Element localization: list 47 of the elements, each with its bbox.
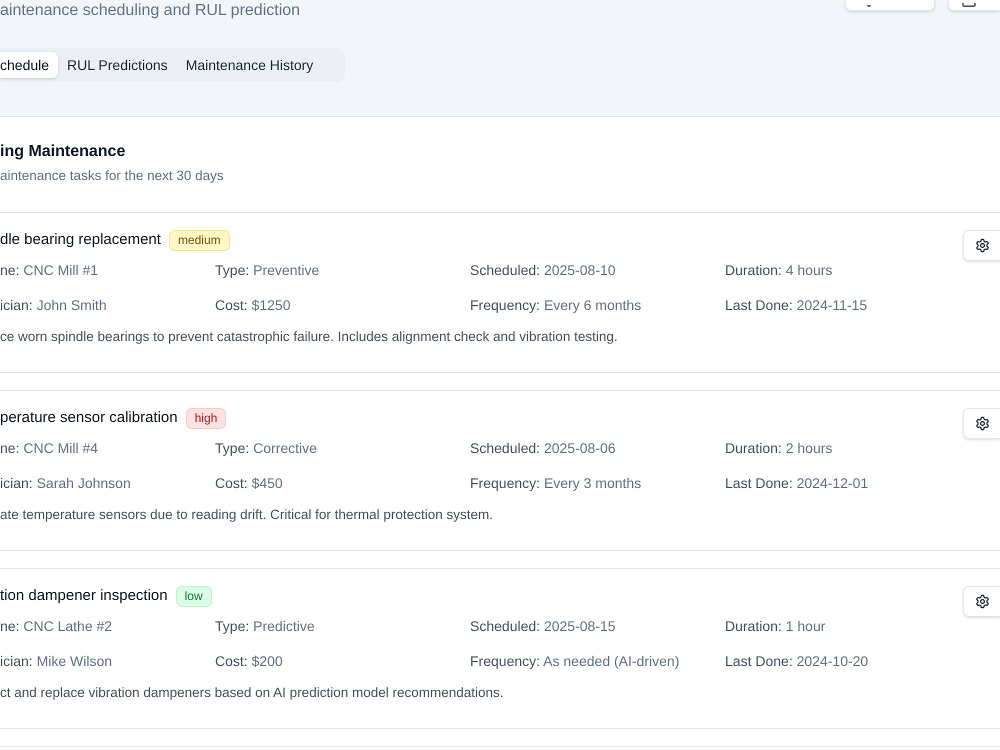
detail-text: Frequency: As needed (AI-driven) <box>470 652 680 671</box>
detail-text: Scheduled: 2025-08-15 <box>470 617 617 636</box>
detail-text: Duration: 2 hours <box>725 439 834 458</box>
detail-text: Duration: 1 hour <box>725 617 826 636</box>
detail-text: ician: Mike Wilson <box>0 652 114 671</box>
priority-badge: low <box>176 586 212 606</box>
task-title: dle bearing replacement <box>0 230 161 250</box>
detail-text: Cost: $450 <box>215 474 284 493</box>
settings-button[interactable] <box>963 586 1000 617</box>
settings-icon <box>974 594 990 609</box>
tab[interactable]: RUL Predictions <box>58 52 177 78</box>
detail-text: Last Done: 2024-12-01 <box>725 474 870 493</box>
section-subtitle: aintenance tasks for the next 30 days <box>0 167 225 185</box>
detail-text: Duration: 4 hours <box>725 261 834 280</box>
detail-text: Cost: $1250 <box>215 296 292 315</box>
detail-text: Last Done: 2024-10-20 <box>725 652 870 671</box>
page-subtitle: aintenance scheduling and RUL prediction <box>0 1 300 21</box>
settings-icon <box>974 238 990 253</box>
detail-text: Frequency: Every 6 months <box>470 296 642 315</box>
detail-text: ne: CNC Mill #4 <box>0 439 100 458</box>
calendar-icon <box>961 3 977 8</box>
tab[interactable]: chedule <box>0 52 58 78</box>
detail-text: ne: CNC Lathe #2 <box>0 617 114 636</box>
detail-text: ician: Sarah Johnson <box>0 474 132 493</box>
detail-text: Type: Predictive <box>215 617 316 636</box>
detail-text: Frequency: Every 3 months <box>470 474 642 493</box>
task-title: perature sensor calibration <box>0 408 178 428</box>
task-description: ce worn spindle bearings to prevent catastrophic failure. Includes alignment check and vibration testing. <box>0 328 619 346</box>
detail-text: ician: John Smith <box>0 296 108 315</box>
priority-badge: medium <box>168 230 230 250</box>
detail-text: Scheduled: 2025-08-06 <box>470 439 617 458</box>
task-description: ate temperature sensors due to reading drift. Critical for thermal protection system. <box>0 506 494 524</box>
settings-button[interactable] <box>963 230 1000 261</box>
header-button[interactable] <box>948 0 1000 11</box>
task-description: ct and replace vibration dampeners based on AI prediction model recommendations. <box>0 684 505 702</box>
detail-text: ne: CNC Mill #1 <box>0 261 100 280</box>
tab[interactable]: Maintenance History <box>176 52 322 78</box>
priority-badge: high <box>186 408 226 428</box>
detail-text: Type: Preventive <box>215 261 320 280</box>
detail-text: Cost: $200 <box>215 652 284 671</box>
settings-button[interactable] <box>963 408 1000 439</box>
detail-text: Type: Corrective <box>215 439 318 458</box>
task-title: tion dampener inspection <box>0 586 168 606</box>
settings-icon <box>974 416 990 431</box>
detail-text: Scheduled: 2025-08-10 <box>470 261 617 280</box>
detail-text: Last Done: 2024-11-15 <box>725 296 868 315</box>
section-title: ing Maintenance <box>0 142 126 162</box>
